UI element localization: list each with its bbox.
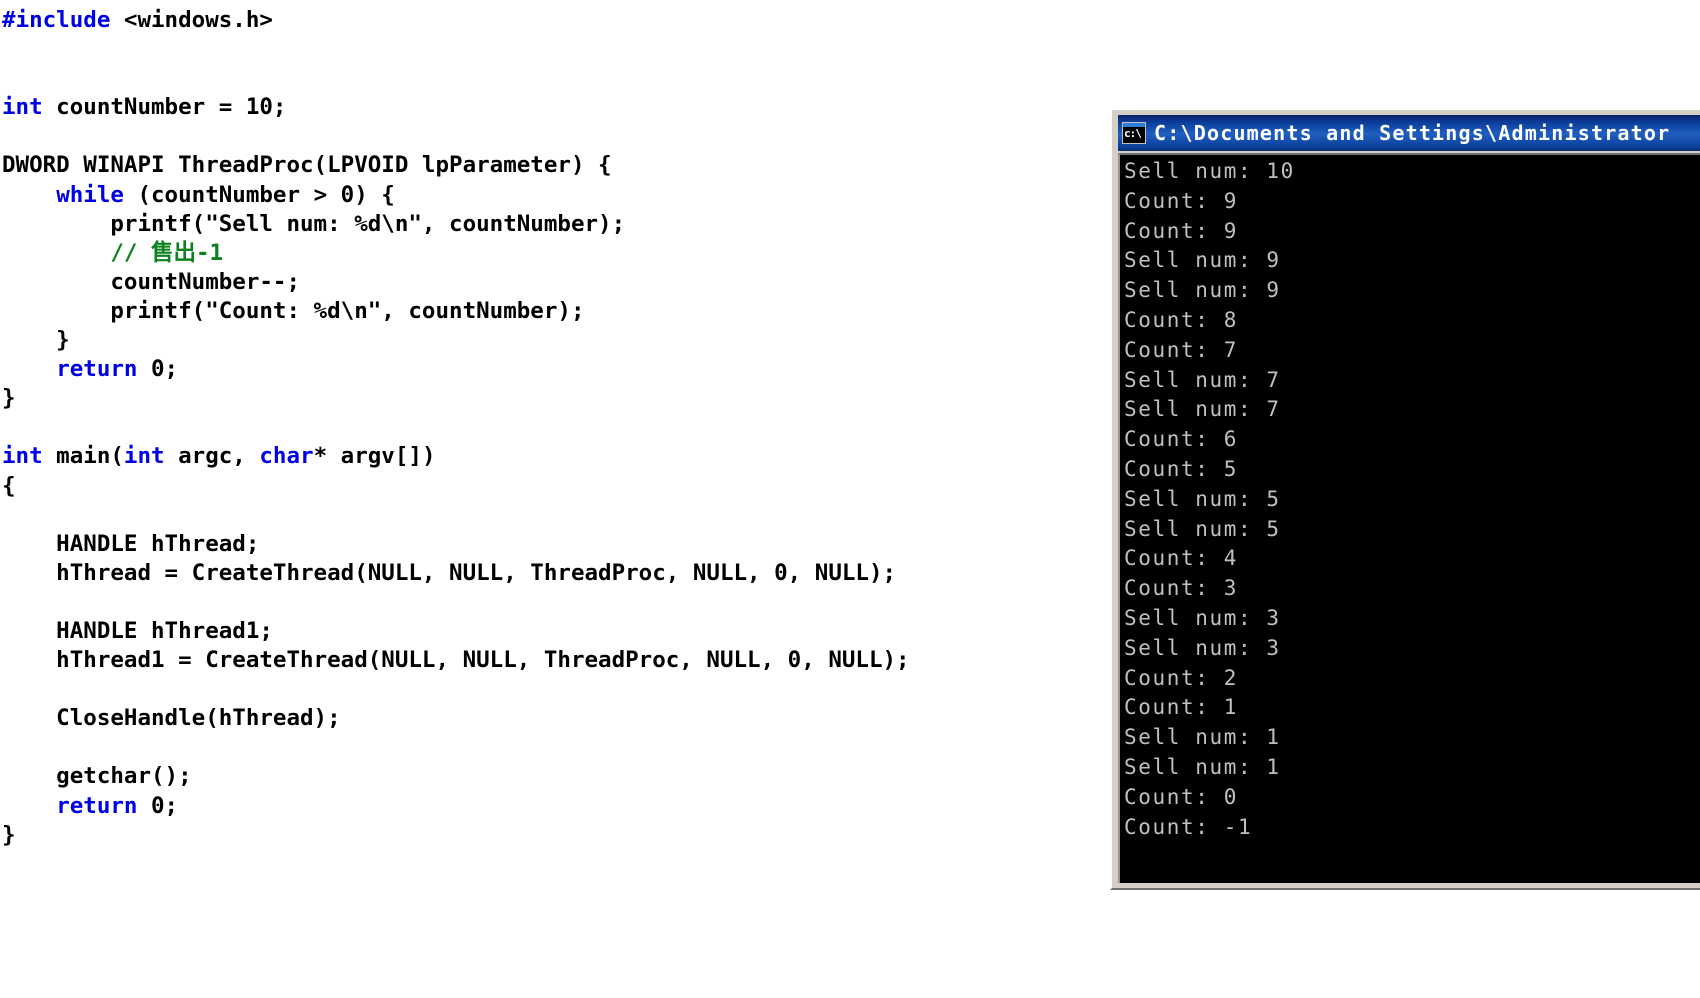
code-token: (countNumber > 0) { <box>123 181 395 208</box>
code-token: return <box>56 356 138 383</box>
code-line: { <box>2 472 1020 501</box>
code-token: HANDLE hThread1; <box>2 617 273 644</box>
console-output-line: Sell num: 10 <box>1124 159 1295 183</box>
code-line: } <box>2 821 1020 850</box>
code-token: hThread = CreateThread(NULL, NULL, Threa… <box>2 559 897 586</box>
code-token: * argv[]) <box>313 443 436 470</box>
code-token: getchar(); <box>2 763 192 790</box>
console-output-line: Sell num: 3 <box>1124 605 1281 630</box>
code-line: printf("Count: %d\n", countNumber); <box>2 297 1020 326</box>
code-line: return 0; <box>2 355 1020 384</box>
code-token: countNumber = 10; <box>42 94 287 121</box>
code-line: #include <windows.h> <box>2 6 1020 35</box>
code-token: printf("Sell num: %d\n", countNumber); <box>2 210 626 237</box>
code-token: printf("Count: %d\n", countNumber); <box>2 297 585 324</box>
console-output-line: Count: 9 <box>1124 218 1238 243</box>
code-line: getchar(); <box>2 762 1020 791</box>
code-token: countNumber--; <box>2 268 301 295</box>
code-token: int <box>123 443 165 470</box>
code-token: while <box>56 181 124 208</box>
console-output-line: Count: 7 <box>1124 337 1238 362</box>
code-token: main( <box>42 443 124 470</box>
console-output-line: Count: 3 <box>1124 576 1238 601</box>
code-line: HANDLE hThread; <box>2 530 1020 559</box>
console-output-line: Count: 9 <box>1124 188 1238 213</box>
console-window-icon[interactable]: c:\ <box>1122 122 1146 144</box>
console-output-line: Count: -1 <box>1124 814 1253 839</box>
code-token: return <box>56 792 138 819</box>
code-line: printf("Sell num: %d\n", countNumber); <box>2 210 1020 239</box>
console-output-line: Sell num: 5 <box>1124 486 1281 511</box>
source-code-pane: #include <windows.h> int countNumber = 1… <box>0 0 1020 998</box>
code-line-list: #include <windows.h> int countNumber = 1… <box>2 6 1020 850</box>
code-line: countNumber--; <box>2 268 1020 297</box>
console-output-line: Sell num: 7 <box>1124 367 1281 392</box>
code-token: } <box>2 821 16 848</box>
code-line: return 0; <box>2 792 1020 821</box>
code-line: } <box>2 326 1020 355</box>
code-token: 0; <box>137 792 179 819</box>
code-line: HANDLE hThread1; <box>2 617 1020 646</box>
code-token: DWORD WINAPI ThreadProc(LPVOID lpParamet… <box>2 152 612 179</box>
console-output-line: Count: 2 <box>1124 665 1238 690</box>
console-output-line: Count: 0 <box>1124 784 1238 809</box>
code-token: char <box>259 443 314 470</box>
code-token: int <box>2 443 43 470</box>
code-line: while (countNumber > 0) { <box>2 181 1020 210</box>
console-output-line: Sell num: 1 <box>1124 754 1281 779</box>
code-token: } <box>2 385 16 412</box>
code-token: hThread1 = CreateThread(NULL, NULL, Thre… <box>2 647 910 674</box>
code-token: int <box>2 94 43 121</box>
code-line: int countNumber = 10; <box>2 93 1020 122</box>
code-line: DWORD WINAPI ThreadProc(LPVOID lpParamet… <box>2 151 1020 180</box>
console-output-line: Count: 4 <box>1124 546 1238 571</box>
code-token: 0; <box>137 356 179 383</box>
code-token: // 售出-1 <box>110 239 224 266</box>
console-output-area[interactable]: Sell num: 10 Count: 9 Count: 9 Sell num: 9 S… <box>1118 153 1700 883</box>
console-output-lines: Sell num: 10 Count: 9 Count: 9 Sell num: 9 S… <box>1124 157 1700 842</box>
code-token: argc, <box>164 443 260 470</box>
console-title-text: C:\Documents and Settings\Administrator <box>1154 121 1671 145</box>
code-token: { <box>2 472 16 499</box>
code-line: hThread1 = CreateThread(NULL, NULL, Thre… <box>2 646 1020 675</box>
console-output-line: Count: 5 <box>1124 456 1238 481</box>
code-token: HANDLE hThread; <box>2 530 260 557</box>
code-line: CloseHandle(hThread); <box>2 704 1020 733</box>
code-line: int main(int argc, char* argv[]) <box>2 442 1020 471</box>
console-icon-label: c:\ <box>1124 127 1142 140</box>
console-output-line: Sell num: 3 <box>1124 635 1281 660</box>
console-window[interactable]: c:\ C:\Documents and Settings\Administra… <box>1110 108 1700 890</box>
console-output-line: Sell num: 9 <box>1124 248 1281 273</box>
code-line: } <box>2 384 1020 413</box>
code-token: <windows.h> <box>123 7 273 33</box>
console-output-line: Sell num: 1 <box>1124 725 1281 750</box>
console-output-line: Count: 8 <box>1124 307 1238 332</box>
console-output-line: Count: 1 <box>1124 695 1238 720</box>
code-token: #include <box>2 7 124 33</box>
console-output-line: Count: 6 <box>1124 427 1238 452</box>
code-token: } <box>2 327 70 354</box>
code-token: CloseHandle(hThread); <box>2 705 341 732</box>
console-output-line: Sell num: 5 <box>1124 516 1281 541</box>
console-output-line: Sell num: 9 <box>1124 278 1281 303</box>
console-window-inner: c:\ C:\Documents and Settings\Administra… <box>1114 112 1700 886</box>
console-output-line: Sell num: 7 <box>1124 397 1281 422</box>
code-line: // 售出-1 <box>2 239 1020 268</box>
code-line: hThread = CreateThread(NULL, NULL, Threa… <box>2 559 1020 588</box>
console-title-bar[interactable]: c:\ C:\Documents and Settings\Administra… <box>1118 115 1700 151</box>
